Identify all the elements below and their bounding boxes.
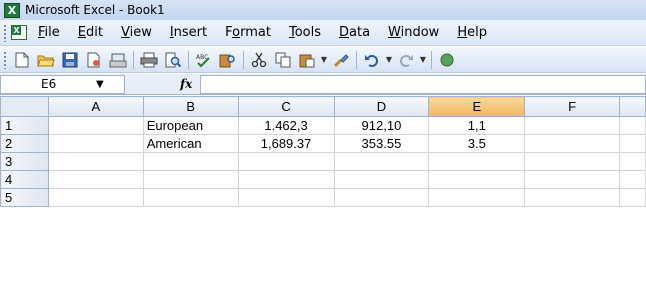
column-header-e[interactable]: E <box>428 96 526 117</box>
cell-b3[interactable] <box>142 152 239 171</box>
cell-g1[interactable] <box>618 116 646 135</box>
copy-icon[interactable] <box>273 50 293 70</box>
excel-app-icon[interactable]: X <box>4 2 20 18</box>
column-header-f[interactable]: F <box>524 96 620 117</box>
cell-c3[interactable] <box>237 152 335 171</box>
research-icon[interactable] <box>218 50 238 70</box>
undo-icon[interactable] <box>362 50 382 70</box>
menu-insert[interactable]: Insert <box>170 25 207 40</box>
cell-a4[interactable] <box>47 170 144 189</box>
cell-a2[interactable] <box>47 134 144 153</box>
row-header-4[interactable]: 4 <box>0 170 49 189</box>
cell-c5[interactable] <box>237 188 335 207</box>
paste-dropdown-icon[interactable]: ▼ <box>319 50 329 70</box>
title-bar: X Microsoft Excel - Book1 <box>0 0 646 20</box>
name-box[interactable]: E6 ▼ <box>0 74 125 94</box>
cell-f2[interactable] <box>524 134 620 153</box>
menu-bar: X File Edit View Insert Format Tools Dat… <box>0 20 646 46</box>
standard-toolbar: ABC ▼ ▼ ▼ <box>0 47 646 73</box>
column-header-c[interactable]: C <box>237 96 335 117</box>
cell-e2[interactable]: 3.5 <box>428 134 526 153</box>
window-title: Microsoft Excel - Book1 <box>25 3 165 17</box>
cell-e5[interactable] <box>428 188 526 207</box>
column-header-d[interactable]: D <box>333 96 430 117</box>
cell-b1[interactable]: European <box>142 116 239 135</box>
insert-function-icon[interactable]: fx <box>180 77 192 91</box>
toolbar-separator <box>133 50 134 69</box>
new-document-icon[interactable] <box>12 50 32 70</box>
menu-window[interactable]: Window <box>388 25 439 40</box>
worksheet-grid: A B C D E F 1 European 1.462,3 912,10 1,… <box>0 96 646 287</box>
cell-d3[interactable] <box>333 152 430 171</box>
redo-icon[interactable] <box>396 50 416 70</box>
cell-b2[interactable]: American <box>142 134 239 153</box>
select-all-corner[interactable] <box>0 96 49 117</box>
hyperlink-icon[interactable] <box>437 50 457 70</box>
save-icon[interactable] <box>60 50 80 70</box>
menu-help[interactable]: Help <box>457 25 487 40</box>
column-header-b[interactable]: B <box>142 96 239 117</box>
cell-d4[interactable] <box>333 170 430 189</box>
name-box-dropdown-icon[interactable]: ▼ <box>96 79 104 90</box>
cell-a3[interactable] <box>47 152 144 171</box>
permission-icon[interactable] <box>84 50 104 70</box>
workbook-icon[interactable]: X <box>10 24 28 41</box>
column-header-g[interactable] <box>618 96 646 117</box>
menu-edit[interactable]: Edit <box>78 25 103 40</box>
cell-g5[interactable] <box>618 188 646 207</box>
formula-input[interactable] <box>200 74 646 94</box>
menu-format[interactable]: Format <box>225 25 271 40</box>
spelling-icon[interactable]: ABC <box>194 50 214 70</box>
cell-b5[interactable] <box>142 188 239 207</box>
cell-c1[interactable]: 1.462,3 <box>237 116 335 135</box>
cell-d2[interactable]: 353.55 <box>333 134 430 153</box>
column-header-a[interactable]: A <box>47 96 144 117</box>
cell-d5[interactable] <box>333 188 430 207</box>
cell-c2[interactable]: 1,689.37 <box>237 134 335 153</box>
open-folder-icon[interactable] <box>36 50 56 70</box>
name-box-value: E6 <box>41 77 57 91</box>
redo-dropdown-icon[interactable]: ▼ <box>418 50 428 70</box>
print-preview-icon[interactable] <box>163 50 183 70</box>
toolbar-separator <box>356 50 357 69</box>
worksheet-table: A B C D E F 1 European 1.462,3 912,10 1,… <box>0 96 646 207</box>
menu-data[interactable]: Data <box>339 25 370 40</box>
row-header-1[interactable]: 1 <box>0 116 49 135</box>
undo-dropdown-icon[interactable]: ▼ <box>384 50 394 70</box>
row-header-2[interactable]: 2 <box>0 134 49 153</box>
email-icon[interactable] <box>108 50 128 70</box>
cell-g4[interactable] <box>618 170 646 189</box>
cell-c4[interactable] <box>237 170 335 189</box>
row-header-3[interactable]: 3 <box>0 152 49 171</box>
cell-f5[interactable] <box>524 188 620 207</box>
cell-e4[interactable] <box>428 170 526 189</box>
toolbar-separator <box>431 50 432 69</box>
cell-g2[interactable] <box>618 134 646 153</box>
cell-f4[interactable] <box>524 170 620 189</box>
toolbar-separator <box>188 50 189 69</box>
menu-file[interactable]: File <box>38 25 60 40</box>
format-painter-icon[interactable] <box>331 50 351 70</box>
toolbar-grip[interactable] <box>3 50 7 69</box>
toolbar-separator <box>243 50 244 69</box>
cut-icon[interactable] <box>249 50 269 70</box>
cell-a5[interactable] <box>47 188 144 207</box>
cell-e3[interactable] <box>428 152 526 171</box>
cell-e1[interactable]: 1,1 <box>428 116 526 135</box>
cell-d1[interactable]: 912,10 <box>333 116 430 135</box>
cell-f3[interactable] <box>524 152 620 171</box>
menu-tools[interactable]: Tools <box>289 25 321 40</box>
cell-b4[interactable] <box>142 170 239 189</box>
menubar-grip[interactable] <box>3 23 7 42</box>
cell-a1[interactable] <box>47 116 144 135</box>
paste-icon[interactable] <box>297 50 317 70</box>
formula-bar: E6 ▼ fx <box>0 74 646 95</box>
cell-f1[interactable] <box>524 116 620 135</box>
cell-g3[interactable] <box>618 152 646 171</box>
menu-view[interactable]: View <box>121 25 152 40</box>
row-header-5[interactable]: 5 <box>0 188 49 207</box>
print-icon[interactable] <box>139 50 159 70</box>
